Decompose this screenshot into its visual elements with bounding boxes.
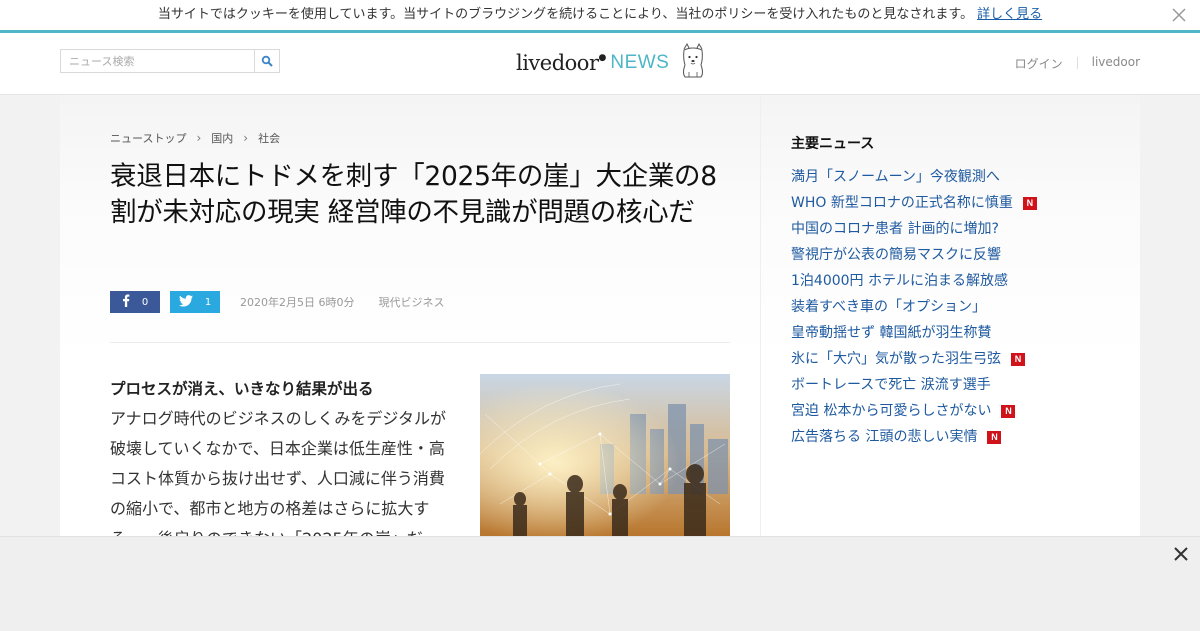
news-item[interactable]: 宮迫 松本から可愛らしさがない N [791, 398, 1037, 424]
logo-news: NEWS [610, 52, 670, 73]
chevron-right-icon: › [243, 131, 249, 145]
breadcrumb: ニューストップ › 国内 › 社会 [110, 130, 280, 146]
news-item[interactable]: 広告落ちる 江頭の悲しい実情 N [791, 424, 1037, 450]
livedoor-link[interactable]: livedoor [1092, 55, 1140, 72]
news-item-text: 満月「スノームーン」今夜観測へ [791, 169, 1000, 185]
header-links: ログイン livedoor [1015, 55, 1140, 72]
article-title: 衰退日本にトドメを刺す「2025年の崖」大企業の8割が未対応の現実 経営陣の不見… [110, 161, 717, 228]
logo-livedoor: livedoor [516, 51, 599, 75]
major-news-list: 満月「スノームーン」今夜観測へ WHO 新型コロナの正式名称に慎重 N 中国のコロ… [791, 164, 1037, 450]
site-header: livedoor ● NEWS ログイン livedoor [0, 33, 1200, 95]
news-item-text: 氷に「大穴」気が散った羽生弓弦 [791, 351, 1001, 367]
article-meta: 0 1 2020年2月5日 6時0分 現代ビジネス [110, 291, 445, 313]
news-item-text: 中国のコロナ患者 計画的に増加? [791, 221, 999, 237]
close-icon[interactable] [1170, 6, 1188, 24]
meta-divider [110, 342, 730, 343]
twitter-icon [178, 294, 193, 310]
cookie-message: 当サイトではクッキーを使用しています。当サイトのブラウジングを続けることにより、… [157, 7, 974, 22]
news-item-text: 1泊4000円 ホテルに泊まる解放感 [791, 273, 1008, 289]
news-item[interactable]: 装着すべき車の「オプション」 [791, 294, 1037, 320]
sidebar-heading: 主要ニュース [791, 136, 875, 152]
news-item-text: 皇帝動揺せず 韓国紙が羽生称賛 [791, 325, 992, 341]
close-icon[interactable] [1172, 545, 1190, 563]
facebook-share-button[interactable]: 0 [110, 291, 160, 313]
ad-banner [0, 536, 1200, 631]
news-item[interactable]: 満月「スノームーン」今夜観測へ [791, 164, 1037, 190]
news-item-text: 警視庁が公表の簡易マスクに反響 [791, 247, 1001, 263]
site-logo[interactable]: livedoor ● NEWS [516, 42, 707, 83]
search-button[interactable] [254, 50, 279, 72]
header-divider [1076, 57, 1078, 69]
new-badge: N [1011, 352, 1025, 366]
chevron-right-icon: › [196, 131, 202, 145]
search-icon [261, 52, 273, 71]
article-image[interactable] [480, 374, 730, 536]
news-item-text: 宮迫 松本から可愛らしさがない [791, 403, 992, 419]
article-body: アナログ時代のビジネスのしくみをデジタルが破壊していくなかで、日本企業は低生産性… [110, 409, 447, 548]
search-input[interactable] [61, 50, 257, 72]
new-badge: N [1022, 196, 1037, 210]
logo-dot-icon: ● [598, 53, 607, 63]
dog-mascot-icon [679, 42, 707, 83]
news-item[interactable]: WHO 新型コロナの正式名称に慎重 N [791, 190, 1037, 216]
news-item[interactable]: 氷に「大穴」気が散った羽生弓弦 N [791, 346, 1037, 372]
search-box [60, 49, 280, 73]
new-badge: N [987, 430, 1002, 444]
article-source[interactable]: 現代ビジネス [379, 294, 445, 310]
twitter-share-count: 1 [204, 296, 212, 308]
news-item-text: 装着すべき車の「オプション」 [791, 299, 987, 315]
new-badge: N [1001, 404, 1016, 418]
breadcrumb-item-society[interactable]: 社会 [258, 130, 280, 146]
news-item[interactable]: ボートレースで死亡 涙流す選手 [791, 372, 1037, 398]
news-item-text: 広告落ちる 江頭の悲しい実情 [791, 429, 978, 445]
page-content: ニューストップ › 国内 › 社会 衰退日本にトドメを刺す「2025年の崖」大企… [60, 95, 1141, 548]
news-item[interactable]: 1泊4000円 ホテルに泊まる解放感 [791, 268, 1037, 294]
cookie-details-link[interactable]: 詳しく見る [977, 7, 1042, 22]
news-item-text: ボートレースで死亡 涙流す選手 [791, 377, 991, 393]
news-item[interactable]: 警視庁が公表の簡易マスクに反響 [791, 242, 1037, 268]
article-subheading: プロセスが消え、いきなり結果が出る [110, 380, 374, 398]
news-item-text: WHO 新型コロナの正式名称に慎重 [791, 195, 1013, 211]
breadcrumb-item-domestic[interactable]: 国内 [211, 130, 233, 146]
facebook-share-count: 0 [141, 296, 149, 308]
facebook-icon [122, 294, 130, 310]
sidebar: 主要ニュース 満月「スノームーン」今夜観測へ WHO 新型コロナの正式名称に慎重… [760, 95, 1141, 536]
login-link[interactable]: ログイン [1015, 55, 1063, 72]
cookie-banner: 当サイトではクッキーを使用しています。当サイトのブラウジングを続けることにより、… [0, 0, 1200, 33]
breadcrumb-item-top[interactable]: ニューストップ [110, 130, 186, 146]
news-item[interactable]: 皇帝動揺せず 韓国紙が羽生称賛 [791, 320, 1037, 346]
article-date: 2020年2月5日 6時0分 [240, 296, 355, 309]
news-item[interactable]: 中国のコロナ患者 計画的に増加? [791, 216, 1037, 242]
twitter-share-button[interactable]: 1 [170, 291, 220, 313]
